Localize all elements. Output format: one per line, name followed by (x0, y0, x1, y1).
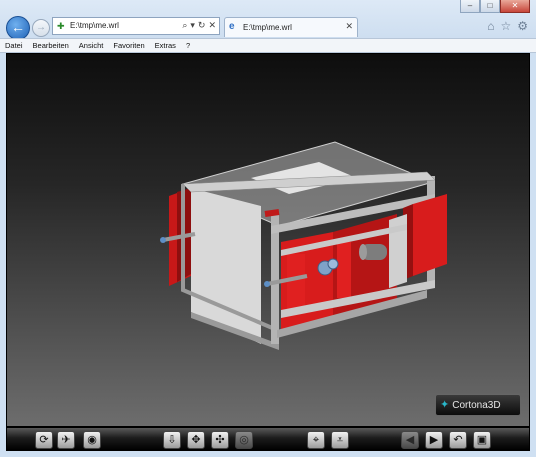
address-tools: ⌕ ▾ ↻ ✕ (182, 20, 216, 31)
red-flange-1 (287, 254, 305, 310)
search-icon[interactable]: ⌕ (182, 20, 187, 31)
favorites-star-icon[interactable]: ☆ (500, 19, 511, 33)
cortona3d-logo: ✦ Cortona3D (435, 394, 521, 416)
3d-model-render[interactable] (7, 54, 530, 427)
maximize-button[interactable]: □ (480, 0, 500, 13)
refresh-icon[interactable]: ↻ (198, 20, 206, 31)
red-flange-2 (337, 242, 351, 298)
motor-cylinder-cap (359, 244, 367, 260)
status-bar (0, 451, 536, 457)
shaft-stub-left (264, 209, 280, 217)
home-icon[interactable]: ⌂ (487, 19, 494, 33)
fit-to-window-button[interactable]: ▣ (473, 431, 491, 449)
cortona-logo-text: Cortona3D (452, 399, 501, 411)
close-button[interactable]: ✕ (500, 0, 530, 13)
chevron-down-icon[interactable]: ▾ (190, 20, 195, 31)
address-bar[interactable]: ✚ E:\tmp\me.wrl ⌕ ▾ ↻ ✕ (52, 17, 220, 35)
menu-ansicht[interactable]: Ansicht (74, 41, 109, 50)
stop-icon[interactable]: ✕ (208, 20, 216, 31)
tab-close-icon[interactable]: ✕ (345, 21, 353, 32)
next-viewpoint-button[interactable]: ▶ (425, 431, 443, 449)
tilt-button[interactable]: ◎ (235, 431, 253, 449)
tab-label: E:\tmp\me.wrl (243, 23, 292, 32)
slide-button[interactable]: ✣ (211, 431, 229, 449)
menu-extras[interactable]: Extras (150, 41, 181, 50)
menu-datei[interactable]: Datei (0, 41, 28, 50)
right-red-end-plate (413, 194, 447, 276)
browser-tab[interactable]: e E:\tmp\me.wrl ✕ (224, 17, 358, 37)
back-button[interactable]: ← (6, 16, 30, 40)
plane-mode-button[interactable]: ✈ (57, 431, 75, 449)
previous-viewpoint-button[interactable]: ◀ (401, 431, 419, 449)
restore-view-button[interactable]: ⌖ (307, 431, 325, 449)
study-mode-button[interactable]: ◉ (83, 431, 101, 449)
ie-toolbar: ⌂ ☆ ⚙ (487, 19, 528, 33)
gear-icon[interactable]: ⚙ (517, 19, 528, 33)
pan-button[interactable]: ✥ (187, 431, 205, 449)
left-shaft-tip (160, 237, 166, 243)
goto-button[interactable]: ⇩ (163, 431, 181, 449)
menu-favoriten[interactable]: Favoriten (108, 41, 149, 50)
cortona-mark-icon: ✦ (440, 398, 450, 411)
menu-bar: Datei Bearbeiten Ansicht Favoriten Extra… (0, 38, 536, 53)
menu-help[interactable]: ? (181, 41, 195, 50)
blue-gear-2 (327, 258, 339, 270)
menu-bearbeiten[interactable]: Bearbeiten (28, 41, 74, 50)
forward-button[interactable]: → (32, 19, 50, 37)
undo-move-button[interactable]: ↶ (449, 431, 467, 449)
rotate-mode-button[interactable]: ⟳ (35, 431, 53, 449)
vrml-3d-viewport[interactable]: ✦ Cortona3D (6, 53, 530, 427)
align-button[interactable]: ⩡ (331, 431, 349, 449)
page-favicon-icon: ✚ (57, 21, 65, 31)
cortona-navigation-toolbar: ⟳ ✈ ◉ ⇩ ✥ ✣ ◎ ⌖ ⩡ ◀ ▶ ↶ ▣ (6, 427, 530, 451)
window-controls: ‒ □ ✕ (460, 0, 530, 13)
address-url[interactable]: E:\tmp\me.wrl (70, 21, 119, 30)
ie-logo-icon: e (229, 21, 235, 32)
front-shaft-tip (264, 281, 270, 287)
minimize-button[interactable]: ‒ (460, 0, 480, 13)
